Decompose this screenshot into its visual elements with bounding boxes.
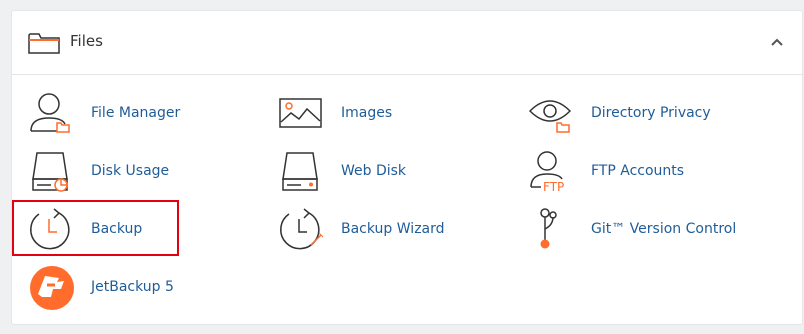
item-backup-wizard[interactable]: Backup Wizard (279, 207, 519, 253)
item-label: Backup Wizard (341, 221, 445, 237)
jetbackup-icon (30, 266, 74, 310)
ftp-accounts-icon: FTP (530, 151, 564, 194)
web-disk-icon (282, 152, 318, 191)
item-label: FTP Accounts (591, 163, 685, 179)
item-label: Directory Privacy (591, 105, 711, 121)
item-git-version-control[interactable]: Git™ Version Control (529, 207, 769, 253)
section-title: Files (70, 32, 103, 50)
item-label: JetBackup 5 (91, 279, 174, 295)
item-label: Images (341, 105, 393, 121)
disk-usage-icon (32, 152, 68, 192)
item-directory-privacy[interactable]: Directory Privacy (529, 91, 769, 137)
file-manager-icon (30, 93, 70, 133)
images-icon (279, 98, 322, 128)
item-disk-usage[interactable]: Disk Usage (29, 149, 269, 195)
item-images[interactable]: Images (279, 91, 519, 137)
git-version-control-icon (540, 208, 557, 249)
folder-icon (28, 33, 60, 54)
chevron-up-icon[interactable] (770, 37, 784, 47)
item-label: Disk Usage (91, 163, 170, 179)
highlight-box (12, 200, 179, 256)
item-label: Git™ Version Control (591, 221, 737, 237)
item-ftp-accounts[interactable]: FTP FTP Accounts (529, 149, 769, 195)
item-jetbackup[interactable]: JetBackup 5 (29, 265, 269, 311)
item-label: File Manager (91, 105, 181, 121)
directory-privacy-icon (529, 100, 572, 133)
item-label: Web Disk (341, 163, 407, 179)
item-file-manager[interactable]: File Manager (29, 91, 269, 137)
svg-text:FTP: FTP (543, 180, 564, 194)
item-web-disk[interactable]: Web Disk (279, 149, 519, 195)
backup-wizard-icon (280, 208, 324, 250)
files-panel-header[interactable]: Files (12, 11, 802, 75)
